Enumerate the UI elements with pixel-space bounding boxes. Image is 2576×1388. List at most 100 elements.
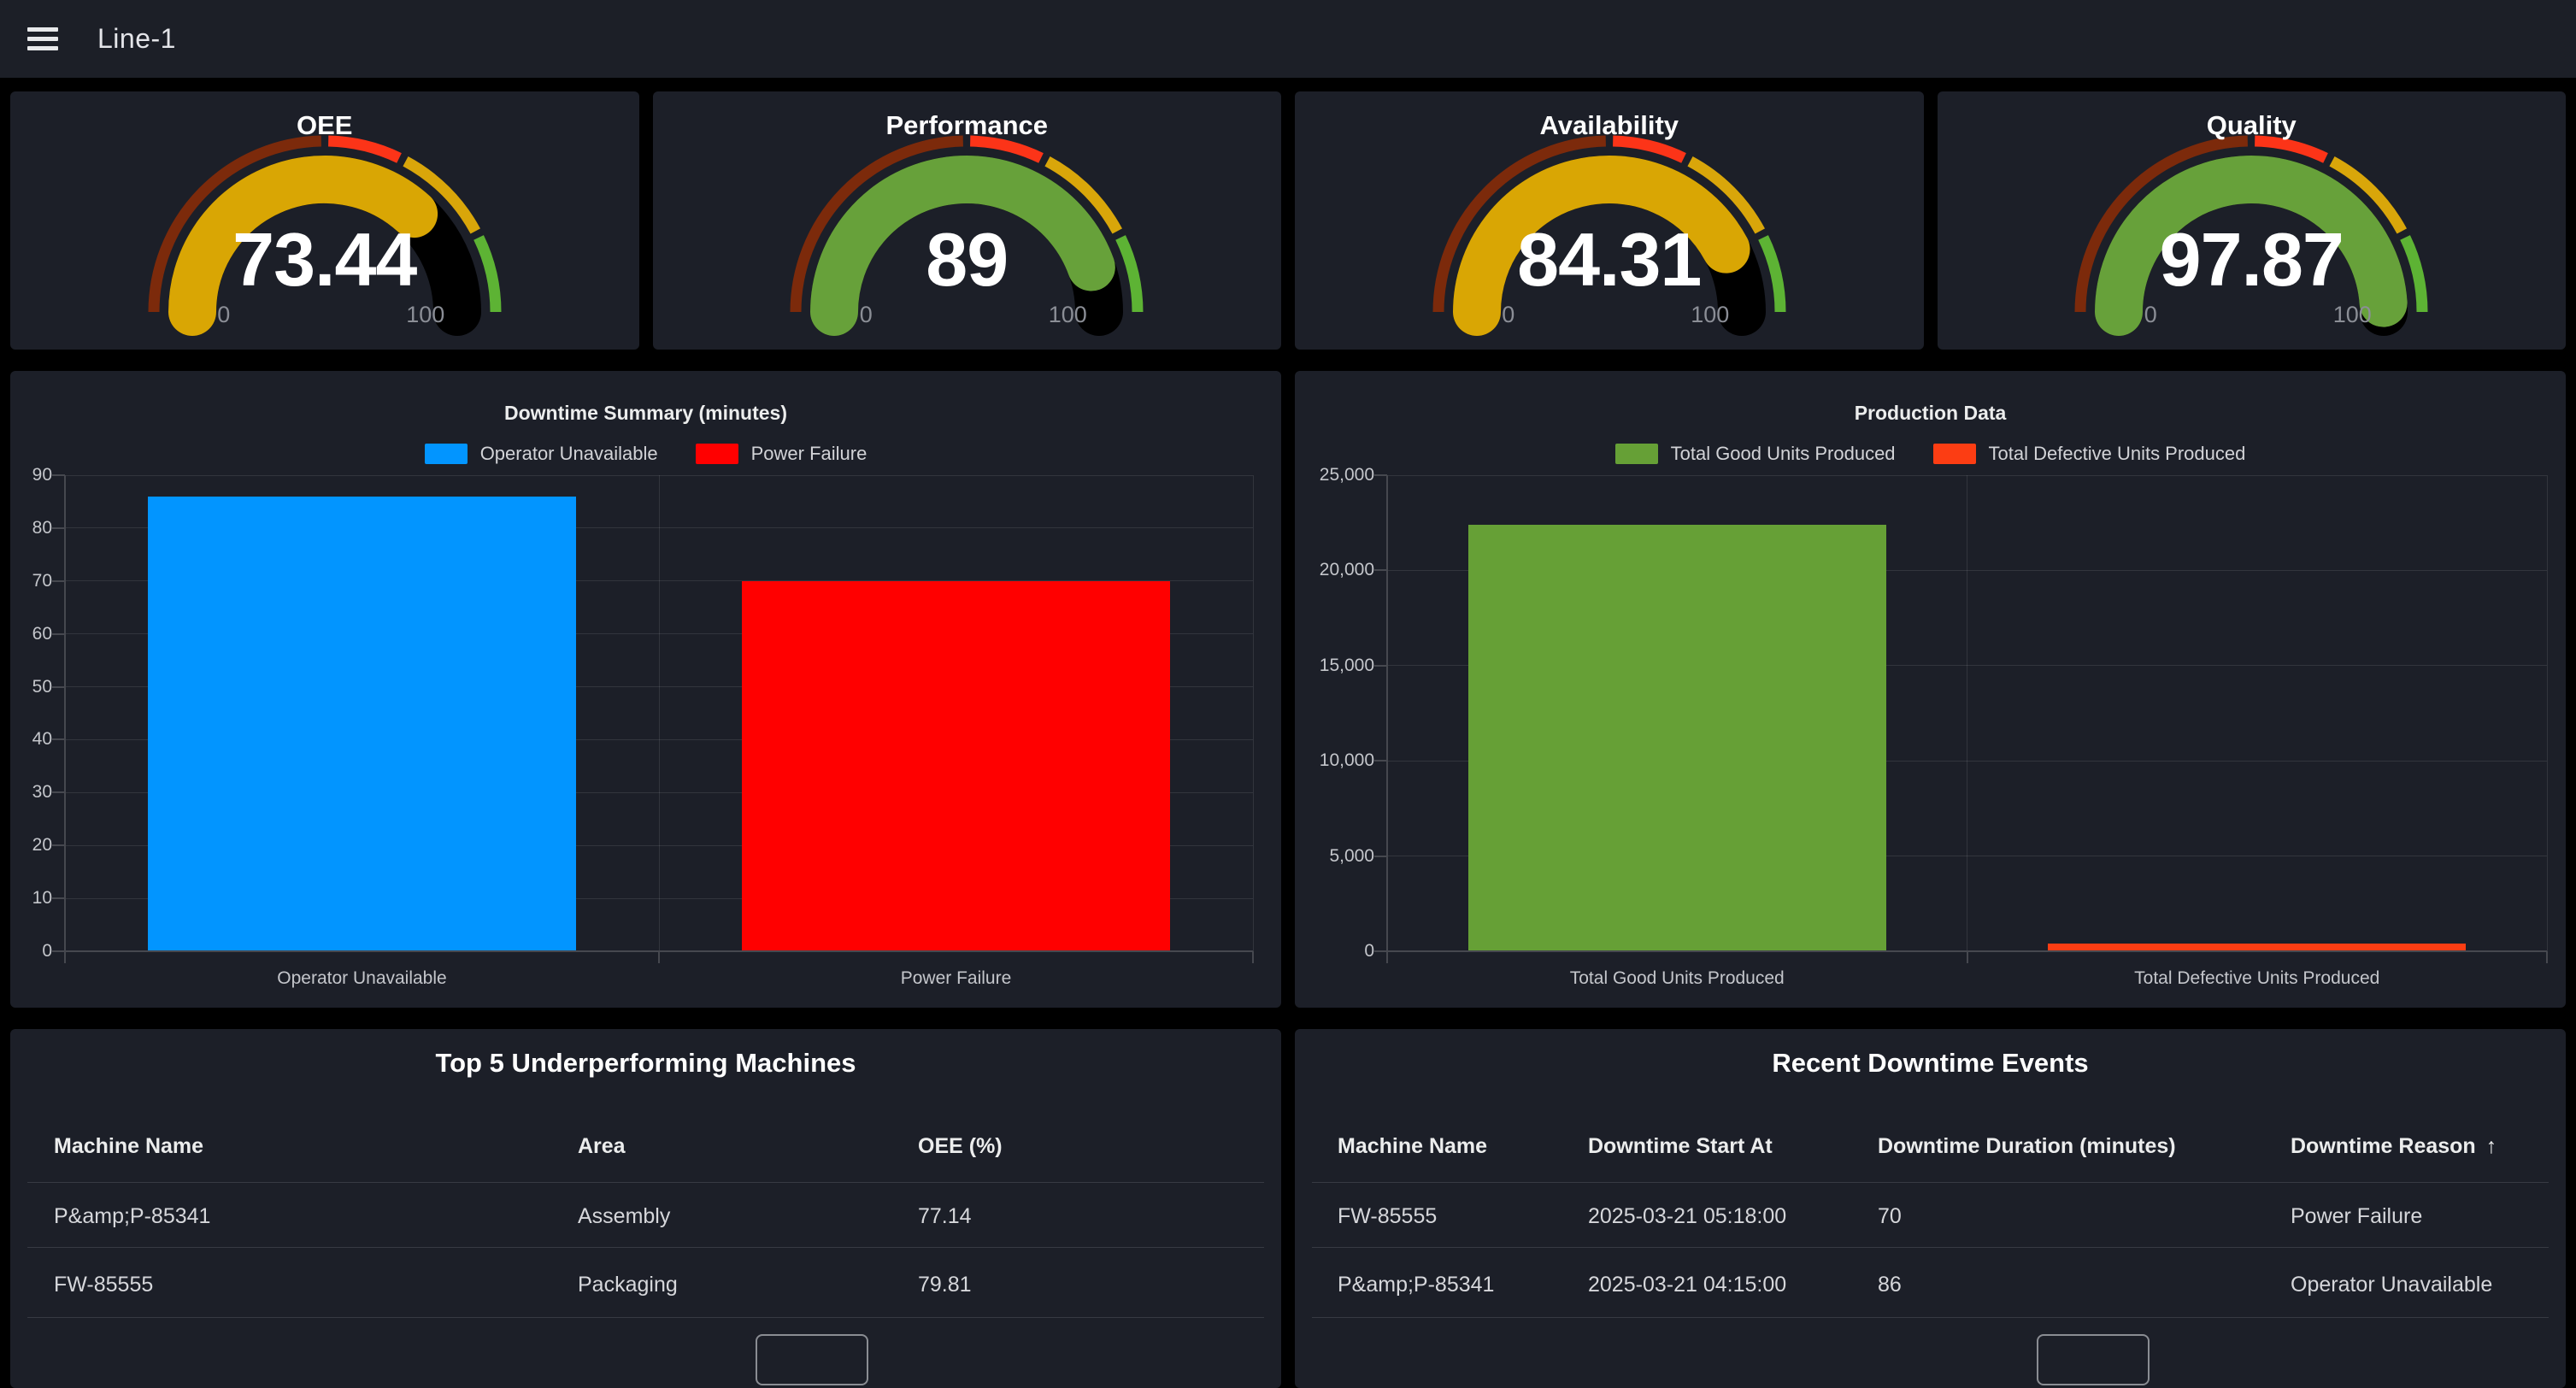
panel-title: Downtime Summary (minutes) xyxy=(10,402,1281,425)
panel-oee: OEE 73.44 0 100 xyxy=(10,91,639,350)
y-axis-tick-label: 5,000 xyxy=(1295,845,1374,868)
row-separator xyxy=(27,1247,1264,1248)
y-axis-tick xyxy=(1374,950,1387,952)
x-axis-category-label: Total Defective Units Produced xyxy=(1967,968,2548,989)
chart-legend: Total Good Units Produced Total Defectiv… xyxy=(1295,443,2566,465)
y-axis-tick-label: 90 xyxy=(10,464,52,486)
gauge-value: 84.31 xyxy=(1295,216,1924,303)
table-row: FW-85555 2025-03-21 05:18:00 70 Power Failu… xyxy=(1295,1202,2566,1236)
bar-total-good-units-produced[interactable] xyxy=(1468,525,1886,951)
y-axis-tick-label: 40 xyxy=(10,728,52,750)
top-nav: Line-1 xyxy=(0,0,2576,78)
x-axis-tick xyxy=(658,951,660,963)
y-axis-tick-label: 20,000 xyxy=(1295,559,1374,581)
y-axis-tick xyxy=(1374,474,1387,476)
x-axis-line xyxy=(65,950,1253,952)
gauge-threshold-band xyxy=(970,141,1041,158)
y-axis-tick-label: 20 xyxy=(10,834,52,856)
y-axis-tick xyxy=(52,844,65,846)
y-axis-tick xyxy=(52,580,65,582)
table-header-row: Machine Name Downtime Start At Downtime Du… xyxy=(1295,1132,2566,1166)
gauge-max-label: 100 xyxy=(374,302,477,328)
table-cell: FW-85555 xyxy=(54,1270,153,1299)
panel-title: Production Data xyxy=(1295,402,2566,425)
column-header[interactable]: Machine Name xyxy=(1338,1132,1487,1161)
bar-operator-unavailable[interactable] xyxy=(148,497,575,951)
legend-swatch-green xyxy=(1615,444,1658,464)
panel-title: OEE xyxy=(10,110,639,141)
panel-availability: Availability 84.31 0 100 xyxy=(1295,91,1924,350)
gauge-max-label: 100 xyxy=(1016,302,1119,328)
panel-performance: Performance 89 0 100 xyxy=(653,91,1282,350)
table-cell: P&amp;P-85341 xyxy=(54,1202,210,1231)
pagination-button[interactable] xyxy=(756,1334,868,1385)
table-row: Top 5 Underperforming Machines Machine N… xyxy=(10,1029,2566,1388)
y-axis-tick xyxy=(52,897,65,899)
y-axis-tick-label: 0 xyxy=(10,940,52,962)
table-row: FW-85555Packaging79.81 xyxy=(10,1270,1281,1304)
x-axis-tick xyxy=(2546,951,2548,963)
column-header[interactable]: Machine Name xyxy=(54,1132,203,1161)
y-axis-tick xyxy=(52,791,65,793)
panel-quality: Quality 97.87 0 100 xyxy=(1938,91,2567,350)
gauge-max-label: 100 xyxy=(1659,302,1761,328)
y-axis-tick-label: 25,000 xyxy=(1295,464,1374,486)
menu-toggle-button[interactable] xyxy=(22,17,63,61)
y-axis-tick xyxy=(52,474,65,476)
y-axis-tick xyxy=(1374,760,1387,762)
chart-row: Downtime Summary (minutes) Operator Unav… xyxy=(10,371,2566,1008)
column-header[interactable]: Downtime Reason↑ xyxy=(2291,1132,2497,1161)
y-axis-tick-label: 15,000 xyxy=(1295,655,1374,677)
gauge-value: 89 xyxy=(653,216,1282,303)
table-row: P&amp;P-853412025-03-21 04:15:0086Operat… xyxy=(1295,1270,2566,1304)
table-row: P&amp;P-85341Assembly77.14 xyxy=(10,1202,1281,1236)
y-axis-tick xyxy=(52,950,65,952)
legend-item-good-units[interactable]: Total Good Units Produced xyxy=(1615,443,1896,465)
table-cell: 70 xyxy=(1878,1202,1902,1231)
table-cell: 2025-03-21 05:18:00 xyxy=(1588,1202,1786,1231)
table-cell: 2025-03-21 04:15:00 xyxy=(1588,1270,1786,1299)
table-header-row: Machine Name Area OEE (%) xyxy=(10,1132,1281,1166)
panel-title: Quality xyxy=(1938,110,2567,141)
category-divider-line xyxy=(659,475,660,951)
gauge-min-label: 0 xyxy=(2099,302,2202,328)
y-axis-tick xyxy=(52,686,65,688)
row-separator xyxy=(1312,1182,2549,1183)
legend-swatch-blue xyxy=(425,444,468,464)
legend-item-operator-unavailable[interactable]: Operator Unavailable xyxy=(425,443,658,465)
legend-swatch-orange xyxy=(1933,444,1976,464)
table-cell: Power Failure xyxy=(2291,1202,2422,1231)
y-axis-tick-label: 0 xyxy=(1295,940,1374,962)
category-divider-line xyxy=(2547,475,2548,951)
panel-production-data: Production Data Total Good Units Produce… xyxy=(1295,371,2566,1008)
legend-item-power-failure[interactable]: Power Failure xyxy=(696,443,867,465)
row-separator xyxy=(27,1317,1264,1318)
gauge-min-label: 0 xyxy=(815,302,917,328)
column-header[interactable]: Downtime Start At xyxy=(1588,1132,1773,1161)
column-header[interactable]: Downtime Duration (minutes) xyxy=(1878,1132,2176,1161)
gauge-min-label: 0 xyxy=(1457,302,1560,328)
legend-swatch-red xyxy=(696,444,738,464)
category-divider-line xyxy=(1253,475,1254,951)
x-axis-tick xyxy=(1252,951,1254,963)
y-axis-tick xyxy=(1374,856,1387,857)
y-axis-tick xyxy=(52,527,65,529)
gauge-threshold-band xyxy=(2255,141,2326,158)
y-axis-tick xyxy=(52,738,65,740)
chart-legend: Operator Unavailable Power Failure xyxy=(10,443,1281,465)
hamburger-menu-icon xyxy=(27,27,58,50)
bar-power-failure[interactable] xyxy=(742,581,1169,951)
x-axis-category-label: Total Good Units Produced xyxy=(1387,968,1967,989)
table-cell: 79.81 xyxy=(918,1270,972,1299)
pagination-button[interactable] xyxy=(2037,1334,2150,1385)
column-header[interactable]: OEE (%) xyxy=(918,1132,1003,1161)
panel-recent-downtime-events: Recent Downtime Events Machine NameDownt… xyxy=(1295,1029,2566,1388)
legend-item-defective-units[interactable]: Total Defective Units Produced xyxy=(1933,443,2246,465)
table-cell: P&amp;P-85341 xyxy=(1338,1270,1494,1299)
legend-label: Total Good Units Produced xyxy=(1671,443,1896,465)
table-cell: FW-85555 xyxy=(1338,1202,1437,1231)
panel-top5-underperforming-machines: Top 5 Underperforming Machines Machine N… xyxy=(10,1029,1281,1388)
row-separator xyxy=(1312,1317,2549,1318)
column-header[interactable]: Area xyxy=(578,1132,626,1161)
bar-chart-plot: 0102030405060708090Operator UnavailableP… xyxy=(65,475,1253,951)
